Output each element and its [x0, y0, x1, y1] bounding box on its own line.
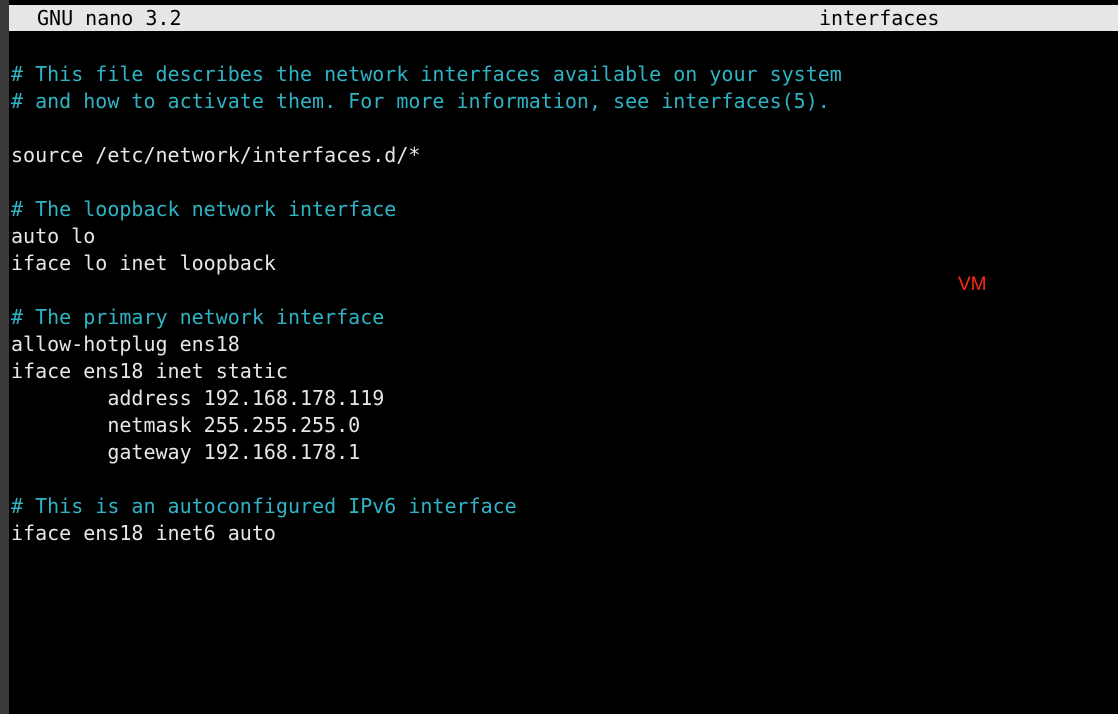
window-left-edge	[0, 0, 9, 714]
config-line[interactable]: iface ens18 inet6 auto	[11, 520, 842, 547]
config-line[interactable]: auto lo	[11, 223, 842, 250]
config-line[interactable]: netmask 255.255.255.0	[11, 412, 842, 439]
config-line[interactable]: iface lo inet loopback	[11, 250, 842, 277]
config-line[interactable]: allow-hotplug ens18	[11, 331, 842, 358]
config-line[interactable]	[11, 169, 842, 196]
vm-annotation-label: VM	[958, 274, 987, 295]
config-line[interactable]: iface ens18 inet static	[11, 358, 842, 385]
nano-title-bar: GNU nano 3.2 interfaces	[9, 5, 1118, 31]
comment-line[interactable]: # The loopback network interface	[11, 196, 842, 223]
config-line[interactable]: source /etc/network/interfaces.d/*	[11, 142, 842, 169]
comment-line[interactable]: # and how to activate them. For more inf…	[11, 88, 842, 115]
text-buffer[interactable]: # This file describes the network interf…	[11, 61, 842, 547]
config-line[interactable]	[11, 466, 842, 493]
file-name: interfaces	[819, 6, 940, 30]
config-line[interactable]: address 192.168.178.119	[11, 385, 842, 412]
config-line[interactable]: gateway 192.168.178.1	[11, 439, 842, 466]
comment-line[interactable]: # This is an autoconfigured IPv6 interfa…	[11, 493, 842, 520]
config-line[interactable]	[11, 115, 842, 142]
comment-line[interactable]: # This file describes the network interf…	[11, 61, 842, 88]
config-line[interactable]	[11, 277, 842, 304]
nano-version: GNU nano 3.2	[37, 6, 182, 30]
terminal-window[interactable]: GNU nano 3.2 interfaces # This file desc…	[9, 0, 1118, 714]
comment-line[interactable]: # The primary network interface	[11, 304, 842, 331]
